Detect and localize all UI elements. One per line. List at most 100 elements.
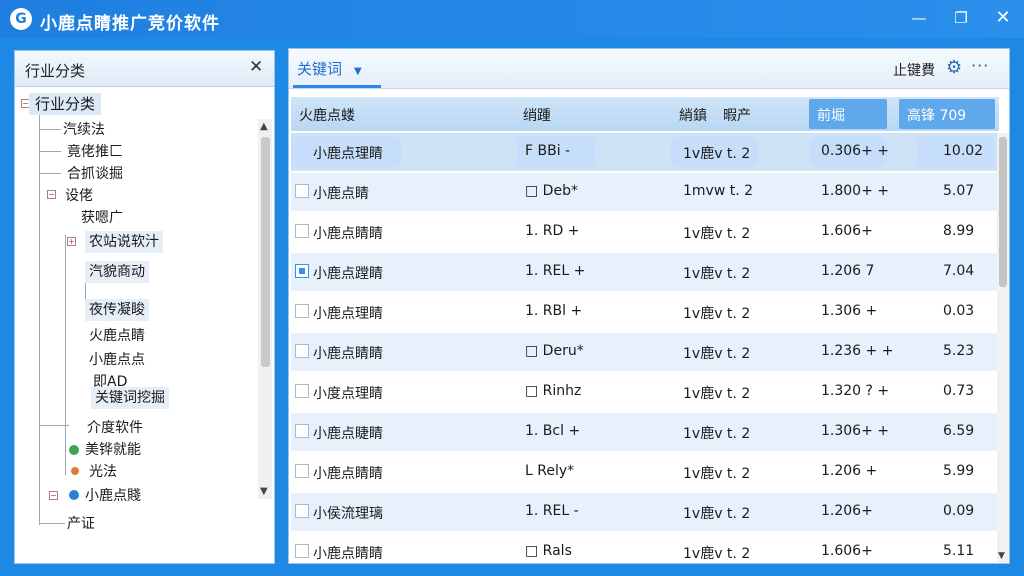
column-header[interactable]: 暇产 — [723, 105, 751, 125]
table-cell: 1. RD + — [525, 223, 580, 239]
chevron-down-icon: ▼ — [354, 66, 362, 77]
scroll-up-icon[interactable]: ▲ — [260, 121, 268, 132]
table-cell: 7.04 — [943, 263, 975, 279]
tree-item[interactable]: 合抓谈掘 — [67, 163, 123, 185]
table-cell: □ Deru* — [525, 343, 584, 359]
row-checkbox[interactable] — [295, 264, 309, 278]
keyword-table-body: 小鹿点理睛 F BBi - 1v鹿v t. 2 0.306+ + 10.02 小鹿点睛 □ … — [291, 133, 997, 563]
table-cell: 6.59 — [943, 423, 975, 439]
table-cell: 1v鹿v t. 2 — [683, 506, 751, 522]
tree-item[interactable]: 火鹿点睛 — [89, 325, 145, 347]
table-cell: 1v鹿v t. 2 — [683, 306, 751, 322]
table-row[interactable]: 小度点理睛 □ Rinhz 1v鹿v t. 2 1.320 ? + 0.73 — [291, 373, 997, 411]
tree-item-root[interactable]: 行业分类 — [29, 93, 102, 115]
tree-item[interactable]: 介度软件 — [87, 417, 143, 439]
collapse-toggle-icon[interactable]: − — [47, 190, 56, 199]
scroll-down-icon[interactable]: ▼ — [998, 551, 1005, 561]
keyword-cell: 小鹿点理睛 — [313, 306, 383, 322]
table-cell: 1v鹿v t. 2 — [683, 346, 751, 362]
keyword-toolbar: 关键词 ▼ 止键費 ⚙ ··· — [289, 49, 1009, 89]
app-title: 小鹿点睛推广竞价软件 — [40, 14, 220, 34]
tree-scrollbar[interactable]: ▲ ▼ — [258, 119, 272, 499]
tree-item[interactable]: 汽续法 — [63, 119, 105, 141]
row-checkbox[interactable] — [295, 304, 309, 318]
table-cell: 1.606+ — [821, 223, 873, 239]
table-row[interactable]: 小侯流理璃 1. REL - 1v鹿v t. 2 1.206+ 0.09 — [291, 493, 997, 531]
table-cell: □ Rals — [525, 543, 572, 559]
table-cell: 0.03 — [943, 303, 975, 319]
tree-item[interactable]: 关键词挖掘 — [91, 387, 169, 409]
table-scrollbar[interactable]: ▼ — [997, 133, 1009, 563]
keyword-cell: 小鹿点蹚睛 — [313, 266, 383, 282]
column-header-highlighted[interactable]: 前堀 — [809, 99, 887, 129]
expand-toggle-icon[interactable]: + — [67, 237, 76, 246]
keyword-dropdown[interactable]: 关键词 ▼ — [297, 58, 362, 79]
table-cell: 5.07 — [943, 183, 975, 199]
tree-item[interactable]: 美铧就能 — [85, 439, 141, 461]
keyword-cell: 小鹿点睛睛 — [313, 226, 383, 242]
table-row[interactable]: 小鹿点睛睛 □ Rals 1v鹿v t. 2 1.606+ 5.11 — [291, 533, 997, 563]
row-checkbox[interactable] — [295, 224, 309, 238]
table-cell: 1v鹿v t. 2 — [683, 146, 751, 162]
table-row[interactable]: 小鹿点睛 □ Deb* 1mvw t. 2 1.800+ + 5.07 — [291, 173, 997, 211]
column-header[interactable]: 绡踵 — [523, 105, 551, 125]
collapse-toggle-icon[interactable]: − — [49, 491, 58, 500]
tree-item[interactable]: 小鹿点点 — [89, 349, 145, 371]
column-header-name[interactable]: 火鹿点蝼 — [299, 105, 355, 125]
tree-item[interactable]: 汽貌商动 — [85, 261, 149, 283]
close-window-button[interactable]: ✕ — [990, 6, 1016, 30]
more-options-icon[interactable]: ··· — [971, 56, 989, 75]
active-tab-indicator — [293, 85, 381, 88]
table-cell: 1.606+ — [821, 543, 873, 559]
tree-item[interactable]: 夜传凝睃 — [85, 299, 149, 321]
table-row[interactable]: 小鹿点理睛 1. RBl + 1v鹿v t. 2 1.306 + 0.03 — [291, 293, 997, 331]
keyword-cell: 小度点理睛 — [313, 386, 383, 402]
table-cell: 1.206+ — [821, 503, 873, 519]
row-checkbox[interactable] — [295, 344, 309, 358]
row-checkbox[interactable] — [295, 504, 309, 518]
keyword-cell: 小鹿点睛 — [313, 186, 369, 202]
scrollbar-thumb[interactable] — [261, 137, 270, 367]
row-checkbox[interactable] — [295, 184, 309, 198]
table-row[interactable]: 小鹿点理睛 F BBi - 1v鹿v t. 2 0.306+ + 10.02 — [291, 133, 997, 171]
tree-line — [39, 151, 61, 152]
table-row[interactable]: 小鹿点蹚睛 1. REL + 1v鹿v t. 2 1.206 7 7.04 — [291, 253, 997, 291]
row-checkbox[interactable] — [295, 464, 309, 478]
column-header[interactable]: 綃鎮 — [679, 105, 707, 125]
table-cell: 0.09 — [943, 503, 975, 519]
table-cell: 1v鹿v t. 2 — [683, 466, 751, 482]
row-checkbox[interactable] — [295, 424, 309, 438]
panel-header: 行业分类 ✕ — [15, 51, 274, 87]
minimize-button[interactable]: — — [906, 6, 932, 30]
table-cell: 1v鹿v t. 2 — [683, 386, 751, 402]
row-checkbox[interactable] — [295, 544, 309, 558]
toolbar-label[interactable]: 止键費 — [893, 60, 935, 80]
table-cell: 5.23 — [943, 343, 975, 359]
tree-line — [39, 523, 65, 524]
tree-item[interactable]: 农站说软汁 — [85, 231, 163, 253]
table-cell: 1v鹿v t. 2 — [683, 426, 751, 442]
table-row[interactable]: 小鹿点睛睛 □ Deru* 1v鹿v t. 2 1.236 + + 5.23 — [291, 333, 997, 371]
table-row[interactable]: 小鹿点睛睛 1. RD + 1v鹿v t. 2 1.606+ 8.99 — [291, 213, 997, 251]
table-cell: 1v鹿v t. 2 — [683, 266, 751, 282]
tree-item[interactable]: 设佬 — [65, 185, 93, 207]
scroll-down-icon[interactable]: ▼ — [260, 486, 268, 497]
row-checkbox[interactable] — [295, 384, 309, 398]
table-row[interactable]: 小鹿点睛睛 L Rely* 1v鹿v t. 2 1.206 + 5.99 — [291, 453, 997, 491]
tree-line — [39, 115, 40, 525]
close-panel-icon[interactable]: ✕ — [249, 57, 263, 77]
column-header-highlighted[interactable]: 高锋 709 — [899, 99, 995, 129]
maximize-button[interactable]: ❐ — [948, 6, 974, 30]
scrollbar-thumb[interactable] — [999, 137, 1007, 287]
table-cell: 1. REL + — [525, 263, 586, 279]
tree-item[interactable]: 光法 — [89, 461, 117, 483]
table-row[interactable]: 小鹿点睫睛 1. Bcl + 1v鹿v t. 2 1.306+ + 6.59 — [291, 413, 997, 451]
tree-item[interactable]: 获嗯广 — [81, 207, 123, 229]
category-tree: − 行业分类 汽续法 竟佬推匚 合抓谈掘 − 设佬 获嗯广 + 农站说软汁 汽貌… — [15, 89, 255, 561]
gear-icon[interactable]: ⚙ — [946, 57, 962, 78]
keyword-cell: 小侯流理璃 — [313, 506, 383, 522]
tree-item[interactable]: 竟佬推匚 — [67, 141, 123, 163]
tree-item[interactable]: 产证 — [67, 513, 95, 535]
tree-item[interactable]: 小鹿点賤 — [85, 485, 141, 507]
table-cell: 1.320 ? + — [821, 383, 890, 399]
